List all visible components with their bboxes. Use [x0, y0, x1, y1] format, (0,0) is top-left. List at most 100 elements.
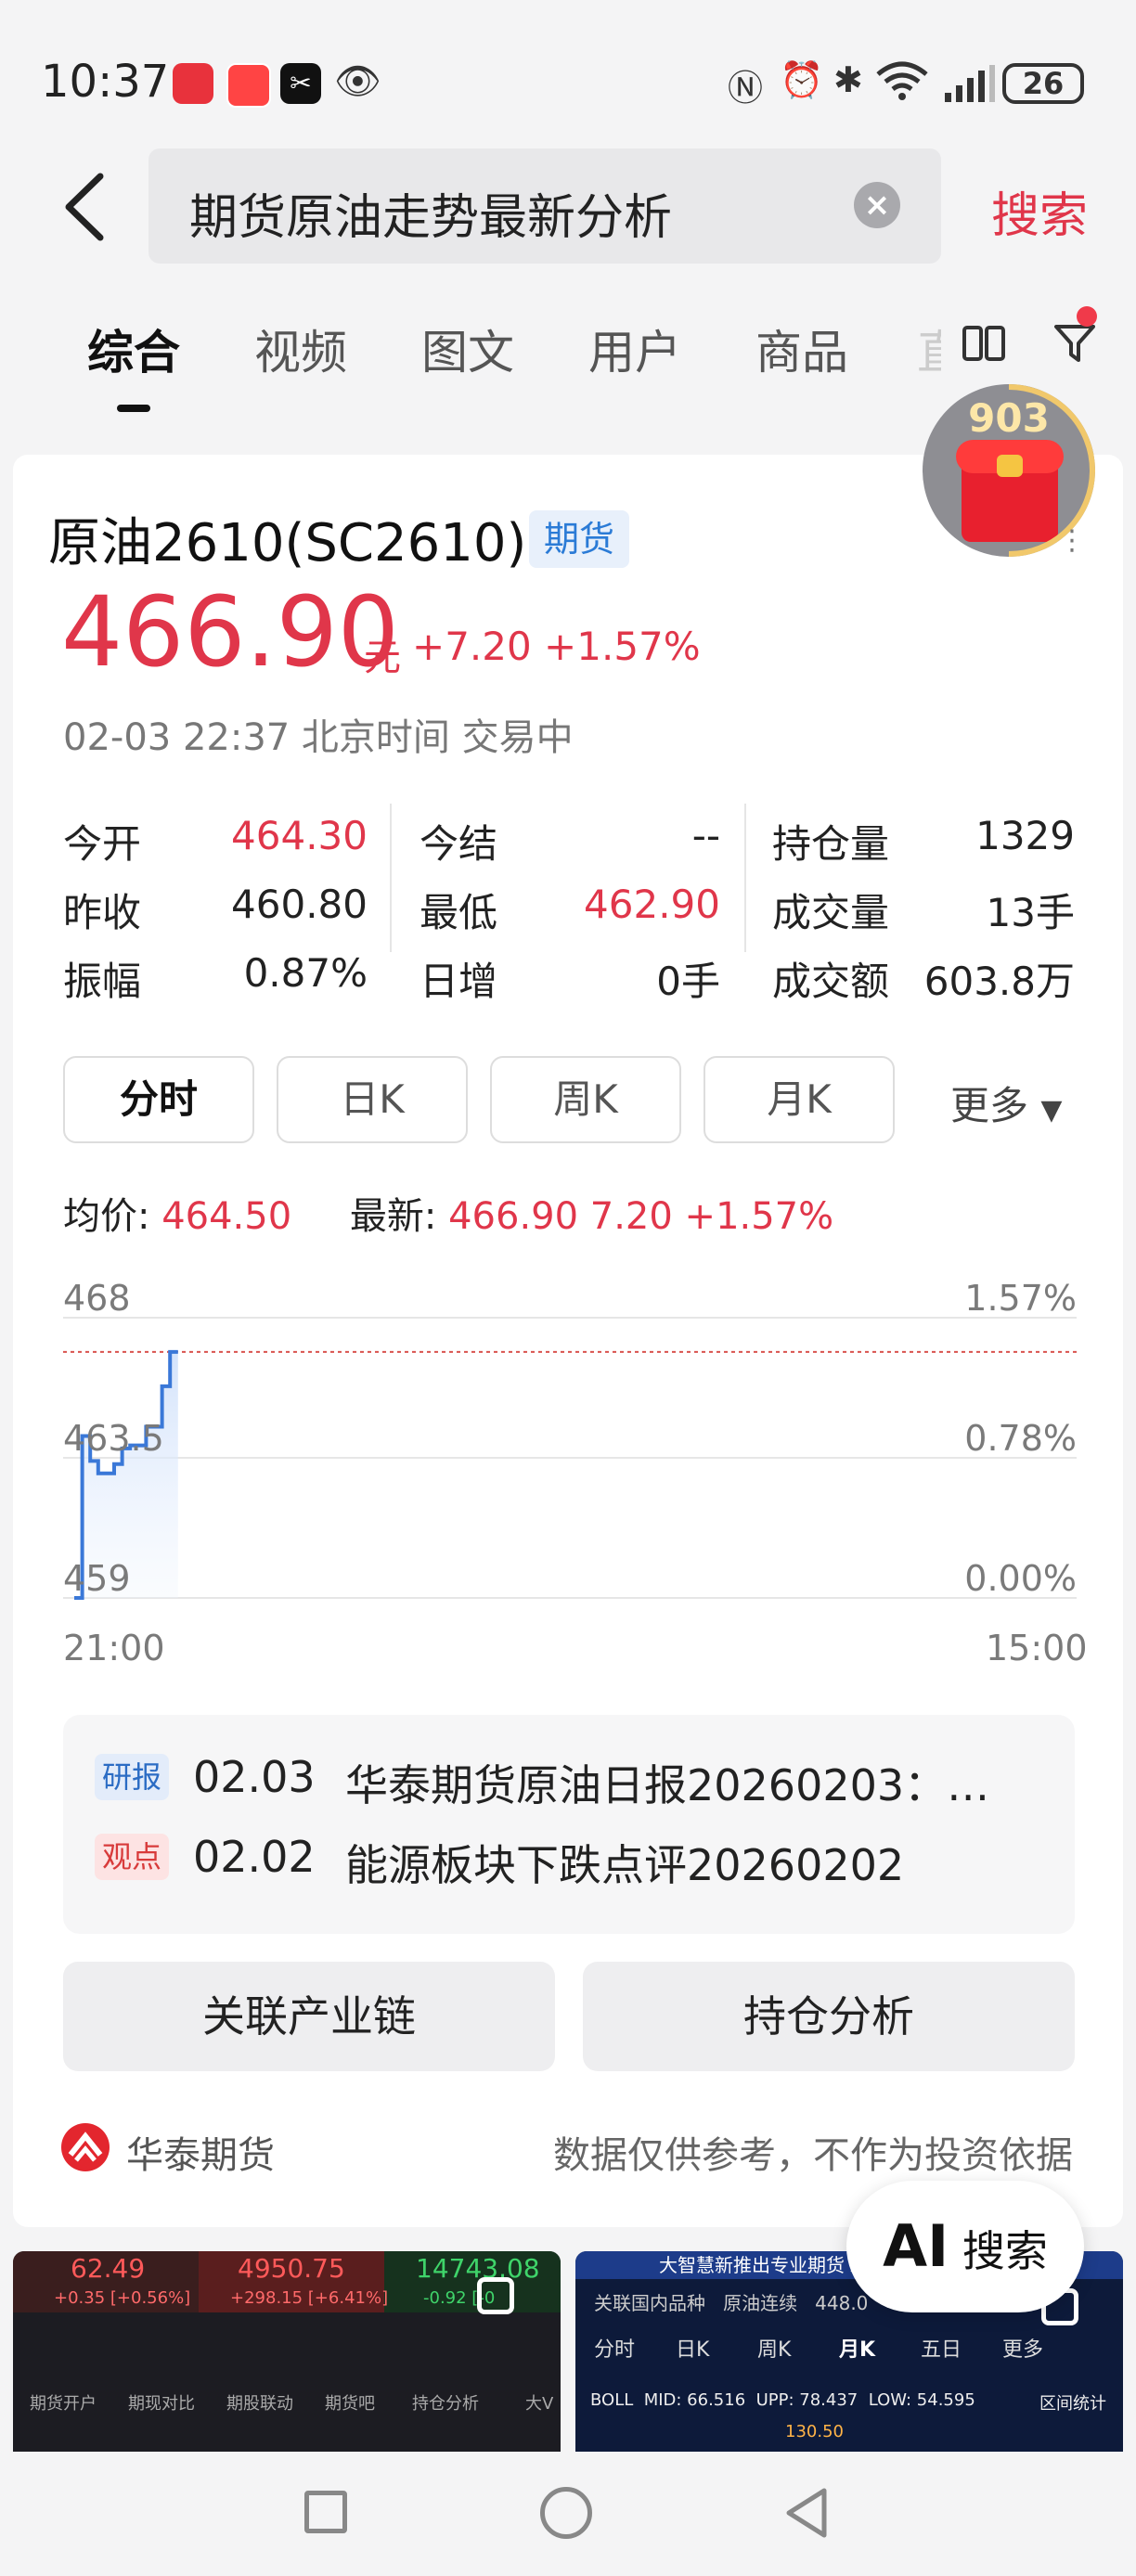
stat-label: 最低 — [420, 890, 498, 935]
x-axis-end: 15:00 — [986, 1628, 1088, 1668]
thumb-menu-item: 期货吧 — [325, 2394, 375, 2414]
period-more-dropdown[interactable]: 更多 ▼ — [950, 1075, 1062, 1131]
tab-all[interactable]: 综合 — [87, 316, 180, 382]
filter-icon[interactable] — [1052, 321, 1097, 366]
triangle-back-icon — [786, 2488, 827, 2538]
back-arrow-icon — [65, 173, 104, 241]
y-right-tick: 0.00% — [964, 1558, 1077, 1599]
battery-indicator: 26 — [1002, 63, 1084, 104]
research-title: 能源板块下跌点评20260202 — [345, 1840, 905, 1890]
y-left-tick: 463.5 — [63, 1418, 164, 1459]
stat-value: -- — [691, 813, 720, 858]
status-time: 10:37 — [41, 56, 170, 108]
search-query-text: 期货原油走势最新分析 — [189, 190, 673, 246]
thumb-menu-item: 期货开户 — [30, 2394, 97, 2414]
game-app-icon — [226, 63, 271, 108]
more-options-icon[interactable]: ⋮ — [1058, 527, 1086, 555]
layout-toggle-icon[interactable] — [962, 325, 1006, 362]
recent-apps-button[interactable] — [304, 2491, 347, 2533]
contract-name: 原油2610(SC2610) — [48, 513, 527, 573]
search-input[interactable]: 期货原油走势最新分析 × — [148, 148, 941, 264]
stat-value: 0手 — [656, 959, 720, 1004]
price-change: +7.20 +1.57% — [412, 624, 701, 669]
period-daily[interactable]: 日K — [277, 1056, 468, 1143]
back-button[interactable] — [63, 173, 106, 241]
y-right-tick: 0.78% — [964, 1418, 1077, 1459]
signal-icon — [943, 65, 995, 106]
thumb-menu-item: 大V — [525, 2394, 554, 2414]
system-nav-bar — [0, 2452, 1136, 2576]
home-button[interactable] — [540, 2487, 592, 2539]
wifi-icon — [874, 59, 930, 109]
period-weekly[interactable]: 周K — [490, 1056, 681, 1143]
thumb-tab: 五日 — [921, 2338, 962, 2362]
video-thumbnail-1[interactable]: 62.49 4950.75 14743.08 +0.35 [+0.56%] +2… — [13, 2251, 561, 2452]
stat-value: 13手 — [986, 890, 1075, 935]
search-button[interactable]: 搜索 — [991, 176, 1088, 246]
period-monthly[interactable]: 月K — [704, 1056, 895, 1143]
latest-value: 466.90 7.20 +1.57% — [448, 1195, 834, 1238]
y-left-tick: 459 — [63, 1558, 131, 1599]
stat-label: 成交额 — [772, 959, 890, 1004]
stat-label: 振幅 — [63, 959, 142, 1004]
y-right-tick: 1.57% — [964, 1278, 1077, 1319]
stat-value: 464.30 — [231, 813, 368, 858]
avg-label: 均价: — [63, 1195, 150, 1238]
research-item[interactable]: 研报 02.03 华泰期货原油日报20260203：伊… — [63, 1715, 1075, 1824]
industry-chain-button[interactable]: 关联产业链 — [63, 1962, 555, 2071]
nfc-icon: Ⓝ — [728, 68, 764, 109]
stat-label: 持仓量 — [772, 821, 890, 867]
price-unit: 元 — [364, 637, 401, 679]
y-left-tick: 468 — [63, 1278, 131, 1319]
thumb-row: 关联国内品种 原油连续 448.0 — [594, 2292, 869, 2314]
tab-live-partial[interactable]: 直 — [917, 316, 941, 382]
stat-label: 成交量 — [772, 890, 890, 935]
thumb-menu-item: 期现对比 — [128, 2394, 195, 2414]
price-summary-line: 均价: 464.50 最新: 466.90 7.20 +1.57% — [63, 1186, 833, 1240]
stat-label: 昨收 — [63, 890, 142, 935]
position-analysis-button[interactable]: 持仓分析 — [583, 1962, 1075, 2071]
pip-icon — [477, 2277, 514, 2314]
stat-label: 日增 — [420, 959, 498, 1004]
futures-tag: 期货 — [529, 510, 629, 568]
notification-dot — [1077, 306, 1097, 327]
research-list: 研报 02.03 华泰期货原油日报20260203：伊… 观点 02.02 能源… — [63, 1715, 1075, 1934]
tab-article[interactable]: 图文 — [421, 316, 514, 382]
nav-back-button[interactable] — [783, 2487, 830, 2543]
thumb-level: 130.50 — [785, 2422, 844, 2441]
tab-products[interactable]: 商品 — [755, 316, 848, 382]
ai-search-button[interactable]: AI 搜索 — [846, 2181, 1084, 2312]
bluetooth-icon: ✱ — [833, 59, 863, 100]
tab-users[interactable]: 用户 — [588, 316, 681, 382]
column-divider — [390, 804, 392, 952]
alarm-icon: ⏰ — [780, 59, 824, 100]
tab-active-indicator — [117, 405, 150, 412]
source-name[interactable]: 华泰期货 — [126, 2125, 275, 2179]
thumb-menu-item: 持仓分析 — [412, 2394, 479, 2414]
intraday-chart[interactable]: 468 1.57% 463.5 0.78% 459 0.00% — [63, 1262, 1077, 1624]
thumb-value: 4950.75 — [238, 2253, 345, 2284]
period-timeshare[interactable]: 分时 — [63, 1056, 254, 1143]
avg-value: 464.50 — [161, 1195, 292, 1238]
research-date: 02.02 — [193, 1832, 316, 1882]
thumb-change: +0.35 [+0.56%] — [54, 2288, 191, 2308]
clear-icon[interactable]: × — [854, 182, 900, 228]
stat-value: 603.8万 — [923, 959, 1075, 1004]
thumb-menu-item: 期股联动 — [226, 2394, 293, 2414]
quote-timestamp: 02-03 22:37 北京时间 交易中 — [63, 716, 574, 759]
disclaimer-text: 数据仅供参考，不作为投资依据 — [553, 2134, 1073, 2177]
opinion-tag: 观点 — [95, 1834, 169, 1880]
tab-video[interactable]: 视频 — [254, 316, 347, 382]
caret-down-icon: ▼ — [1040, 1094, 1063, 1127]
stat-label: 今结 — [420, 821, 498, 867]
thumb-tab: 月K — [839, 2338, 876, 2362]
eye-icon: 👁 — [334, 60, 381, 103]
research-item[interactable]: 观点 02.02 能源板块下跌点评20260202 — [63, 1824, 1075, 1934]
stat-value: 460.80 — [231, 882, 368, 927]
latest-label: 最新: — [349, 1195, 437, 1238]
research-title: 华泰期货原油日报20260203：伊… — [345, 1760, 1013, 1810]
thumb-stat: 区间统计 — [1039, 2394, 1106, 2414]
stat-value: 0.87% — [243, 950, 368, 996]
ai-label: AI — [883, 2212, 949, 2280]
y-axis-labels: 468 1.57% 463.5 0.78% 459 0.00% — [63, 1278, 1077, 1599]
